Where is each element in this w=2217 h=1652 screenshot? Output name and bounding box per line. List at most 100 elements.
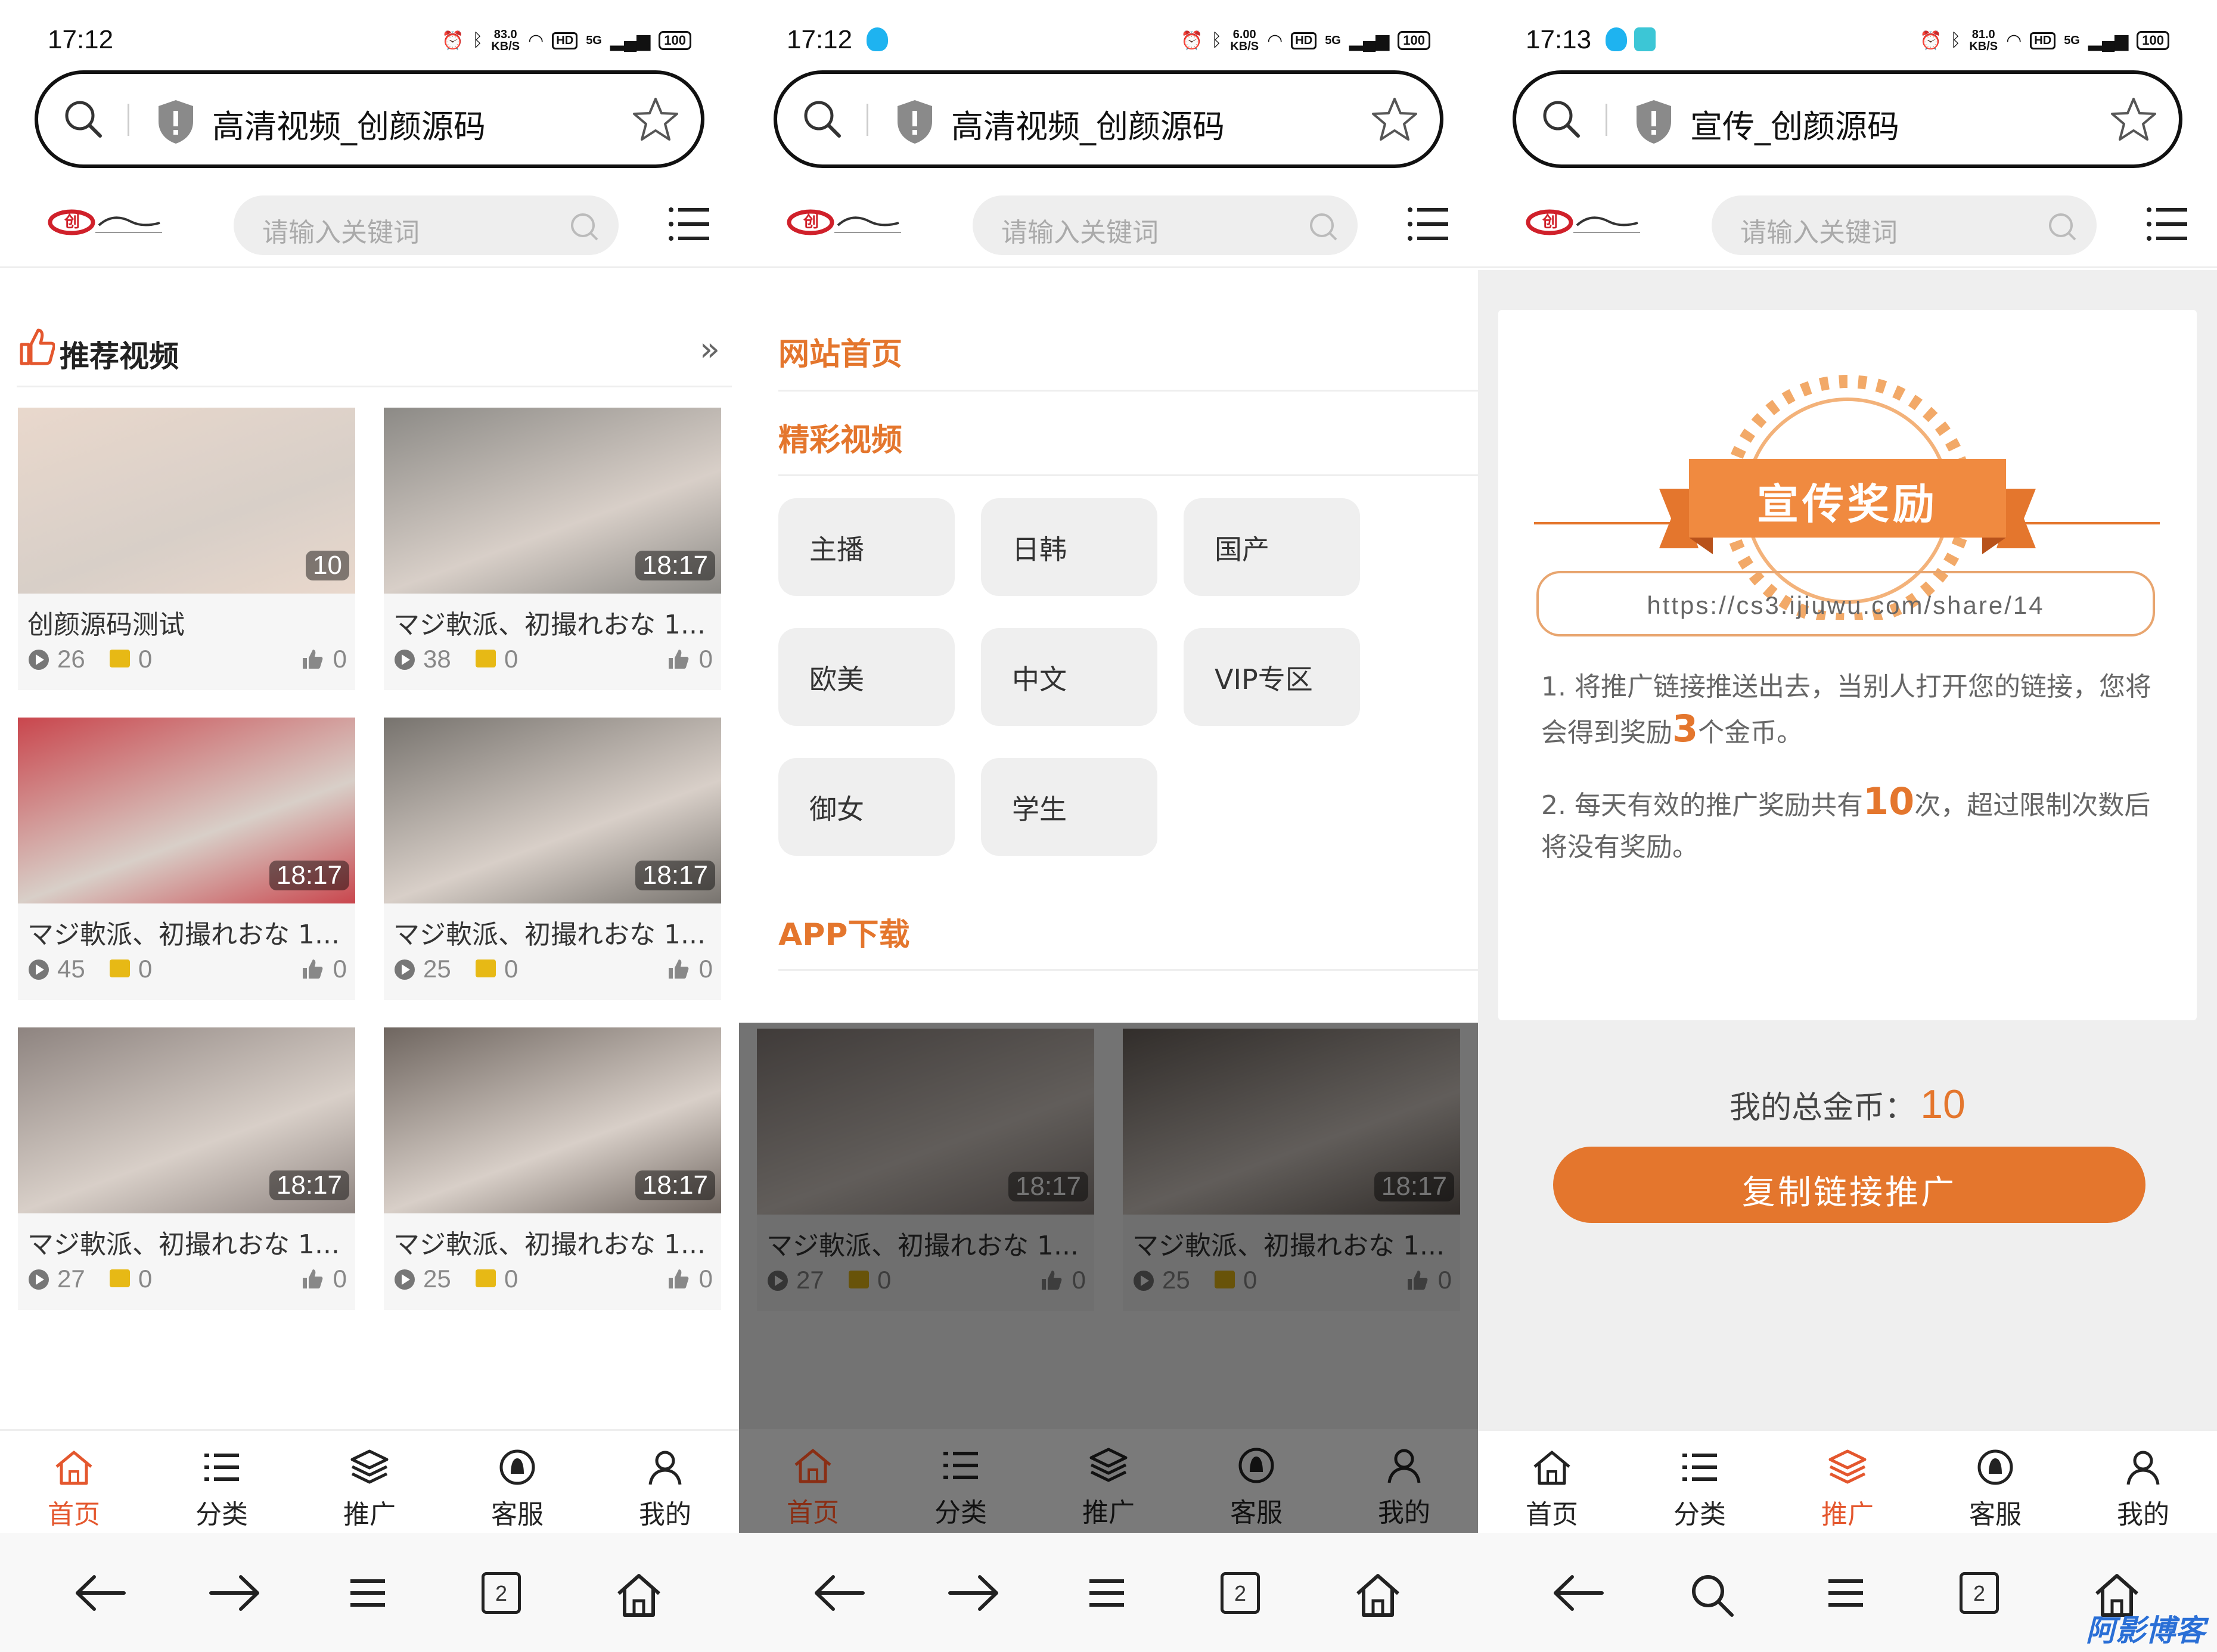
search-icon[interactable] xyxy=(799,95,846,143)
play-count-icon xyxy=(29,1269,49,1290)
search-icon[interactable] xyxy=(1306,210,1340,243)
search-icon[interactable] xyxy=(2045,210,2079,243)
forward-arrow-icon[interactable] xyxy=(946,1572,1000,1614)
more-icon[interactable]: » xyxy=(700,330,720,369)
site-search[interactable]: 请输入关键词 xyxy=(973,195,1358,255)
category-chip[interactable]: 中文 xyxy=(981,628,1157,726)
like-count: 0 xyxy=(698,955,713,983)
video-title[interactable]: マジ軟派、初撮れおな 1... xyxy=(27,913,349,951)
nav-promote[interactable]: 推广 xyxy=(1035,1447,1182,1529)
video-card[interactable]: 18:17 マジ軟派、初撮れおな 1... 45 0 0 xyxy=(18,718,355,1000)
back-arrow-icon[interactable] xyxy=(813,1572,867,1614)
search-icon[interactable] xyxy=(567,210,601,243)
menu-link-home[interactable]: 网站首页 xyxy=(778,329,902,374)
nav-home[interactable]: 首页 xyxy=(1478,1449,1626,1531)
shield-icon xyxy=(1637,100,1671,144)
share-link-field[interactable]: https://cs3.ijiuwu.com/share/14 xyxy=(1536,571,2155,636)
video-title[interactable]: マジ軟派、初撮れおな 1... xyxy=(393,603,715,641)
like-icon xyxy=(303,650,323,669)
copy-link-button[interactable]: 复制链接推广 xyxy=(1553,1147,2145,1223)
nav-mine[interactable]: 我的 xyxy=(1330,1447,1478,1529)
site-logo[interactable]: 创 xyxy=(787,207,906,237)
nav-mine[interactable]: 我的 xyxy=(2069,1449,2217,1531)
site-logo[interactable]: 创 xyxy=(48,207,167,237)
nav-promote[interactable]: 推广 xyxy=(296,1449,443,1531)
category-chip[interactable]: 御女 xyxy=(778,758,955,856)
tabs-count-button[interactable]: 2 xyxy=(1960,1572,1999,1614)
video-title[interactable]: 创颜源码测试 xyxy=(27,603,349,641)
address-bar[interactable]: 高清视频_创颜源码 xyxy=(774,70,1443,168)
category-chip[interactable]: VIP专区 xyxy=(1184,628,1360,726)
coin-icon xyxy=(476,650,496,667)
tabs-count-button[interactable]: 2 xyxy=(1221,1572,1260,1614)
page-title[interactable]: 宣传_创颜源码 xyxy=(1690,100,1899,147)
nav-service[interactable]: 客服 xyxy=(1182,1447,1330,1529)
search-icon[interactable] xyxy=(1538,95,1585,143)
bookmark-star-icon[interactable] xyxy=(2110,95,2157,143)
category-chip[interactable]: 学生 xyxy=(981,758,1157,856)
nav-category[interactable]: 分类 xyxy=(887,1447,1035,1529)
menu-icon[interactable] xyxy=(2145,203,2188,246)
search-input[interactable]: 请输入关键词 xyxy=(1740,211,1898,249)
search-icon[interactable] xyxy=(1688,1572,1735,1617)
battery-level: 100 xyxy=(659,31,691,50)
coin-icon xyxy=(476,959,496,977)
category-chip[interactable]: 国产 xyxy=(1184,498,1360,596)
nav-service[interactable]: 客服 xyxy=(1921,1449,2069,1531)
menu-link-videos[interactable]: 精彩视频 xyxy=(778,415,902,459)
status-time: 17:12 xyxy=(48,25,114,54)
search-icon[interactable] xyxy=(60,95,107,143)
layers-icon xyxy=(1828,1449,1867,1484)
site-search[interactable]: 请输入关键词 xyxy=(1712,195,2097,255)
category-chip[interactable]: 日韩 xyxy=(981,498,1157,596)
address-divider xyxy=(867,104,868,136)
back-arrow-icon[interactable] xyxy=(74,1572,128,1614)
address-bar[interactable]: 宣传_创颜源码 xyxy=(1513,70,2182,168)
menu-lines-icon[interactable] xyxy=(1825,1572,1867,1614)
like-count: 0 xyxy=(333,1265,347,1293)
forward-arrow-icon[interactable] xyxy=(207,1572,261,1614)
back-arrow-icon[interactable] xyxy=(1552,1572,1606,1614)
video-card[interactable]: 10 创颜源码测试 26 0 0 xyxy=(18,408,355,690)
nav-home[interactable]: 首页 xyxy=(739,1447,887,1529)
site-logo[interactable]: 创 xyxy=(1526,207,1645,237)
user-icon xyxy=(2126,1451,2160,1485)
search-input[interactable]: 请输入关键词 xyxy=(1001,211,1159,249)
tabs-count-button[interactable]: 2 xyxy=(482,1572,521,1614)
video-title[interactable]: マジ軟派、初撮れおな 1... xyxy=(393,1223,715,1261)
video-card[interactable]: 18:17 マジ軟派、初撮れおな 1... 27 0 0 xyxy=(18,1027,355,1310)
wifi-icon: ◠ xyxy=(1267,30,1283,51)
section-title: 推荐视频 xyxy=(60,339,179,374)
video-title[interactable]: マジ軟派、初撮れおな 1... xyxy=(27,1223,349,1261)
home-icon[interactable] xyxy=(1354,1572,1402,1617)
menu-link-app[interactable]: APP下载 xyxy=(778,909,909,954)
bookmark-star-icon[interactable] xyxy=(1371,95,1418,143)
hd-icon: HD xyxy=(2030,32,2056,49)
page-title[interactable]: 高清视频_创颜源码 xyxy=(951,100,1225,147)
nav-category[interactable]: 分类 xyxy=(148,1449,296,1531)
category-chip[interactable]: 欧美 xyxy=(778,628,955,726)
nav-mine[interactable]: 我的 xyxy=(591,1449,739,1531)
nav-service[interactable]: 客服 xyxy=(443,1449,591,1531)
nav-category[interactable]: 分类 xyxy=(1626,1449,1774,1531)
page-title[interactable]: 高清视频_创颜源码 xyxy=(212,100,486,147)
category-chip[interactable]: 主播 xyxy=(778,498,955,596)
video-card[interactable]: 18:17 マジ軟派、初撮れおな 1... 25 0 0 xyxy=(384,718,721,1000)
video-thumbnail[interactable] xyxy=(18,408,355,594)
site-search[interactable]: 请输入关键词 xyxy=(234,195,619,255)
address-bar[interactable]: 高清视频_创颜源码 xyxy=(35,70,704,168)
video-title[interactable]: マジ軟派、初撮れおな 1... xyxy=(393,913,715,951)
menu-lines-icon[interactable] xyxy=(347,1572,389,1614)
status-bar: 17:12 ⏰ ᛒ 6.00 KB/S ◠ HD 5G ▂▄▆ 100 xyxy=(739,0,1478,66)
nav-home[interactable]: 首页 xyxy=(0,1449,148,1531)
video-card[interactable]: 18:17 マジ軟派、初撮れおな 1... 38 0 0 xyxy=(384,408,721,690)
nav-promote[interactable]: 推广 xyxy=(1774,1449,1921,1531)
coin-count: 0 xyxy=(504,955,518,983)
bookmark-star-icon[interactable] xyxy=(632,95,679,143)
menu-lines-icon[interactable] xyxy=(1086,1572,1128,1614)
menu-icon[interactable] xyxy=(667,203,710,246)
home-icon[interactable] xyxy=(615,1572,663,1617)
menu-icon[interactable] xyxy=(1406,203,1449,246)
search-input[interactable]: 请输入关键词 xyxy=(262,211,420,249)
video-card[interactable]: 18:17 マジ軟派、初撮れおな 1... 25 0 0 xyxy=(384,1027,721,1310)
